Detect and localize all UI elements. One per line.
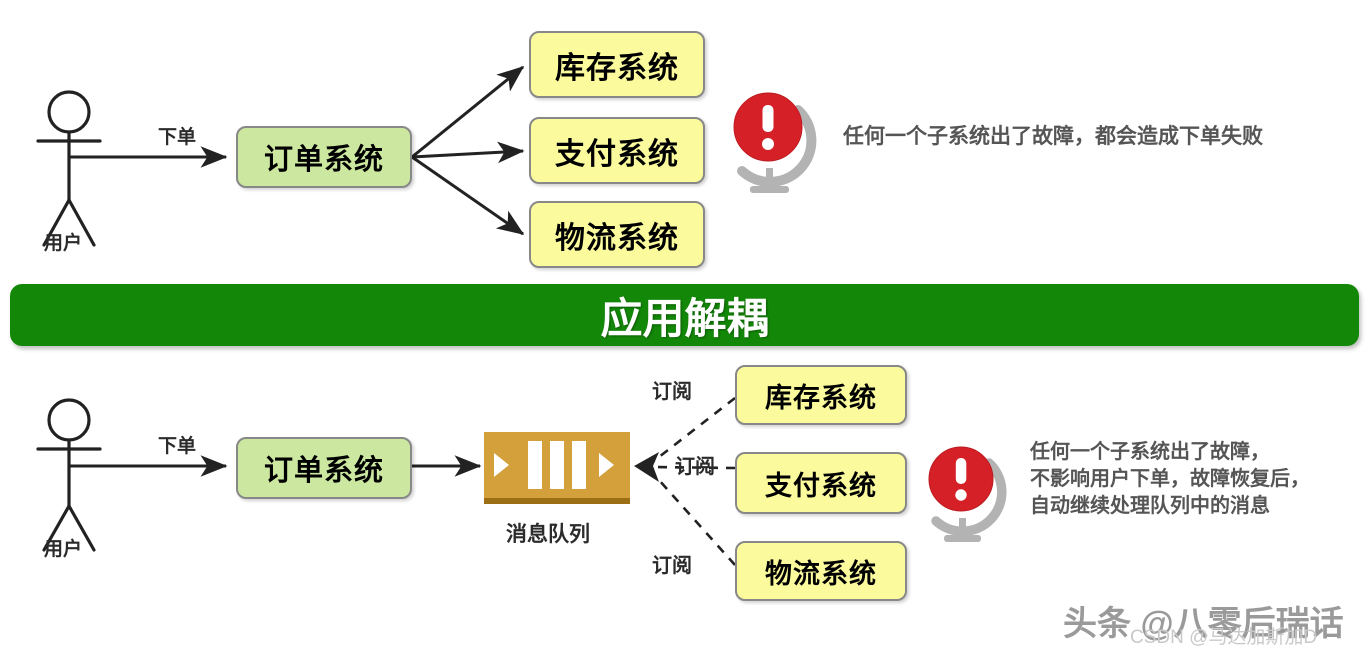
diagram-canvas: 用户 下单 订单系统 库存系统 支付系统 物流系统 任何一个子系统出了故障，都会… xyxy=(0,0,1369,654)
warning-globe-icon-top xyxy=(733,92,817,193)
queue-arrow-left-icon xyxy=(494,453,509,477)
arrow-order-to-inventory-top xyxy=(411,65,525,159)
order-system-box-top[interactable]: 订单系统 xyxy=(236,126,412,188)
subscribe-label-inventory: 订阅 xyxy=(652,381,692,403)
section-banner: 应用解耦 xyxy=(10,284,1359,346)
csdn-watermark: CSDN @马达加斯加D xyxy=(1130,627,1318,648)
arrow-order-to-payment-top xyxy=(411,141,525,164)
message-queue-icon[interactable] xyxy=(484,432,630,504)
queue-bar-1 xyxy=(528,441,542,489)
inventory-system-box-bottom[interactable]: 库存系统 xyxy=(735,365,907,425)
message-queue-label: 消息队列 xyxy=(506,523,590,546)
subscribe-label-payment: 订阅 xyxy=(675,456,715,478)
actor-label-top: 用户 xyxy=(44,233,83,254)
logistics-system-box-bottom[interactable]: 物流系统 xyxy=(735,541,907,601)
flow-label-order-bottom: 下单 xyxy=(158,436,197,457)
warning-text-bottom-line-2: 不影响用户下单，故障恢复后， xyxy=(1030,468,1310,490)
actor-stick-figure-icon-top xyxy=(36,90,102,247)
warning-text-bottom-line-1: 任何一个子系统出了故障， xyxy=(1030,441,1270,463)
queue-bar-2 xyxy=(550,441,564,489)
flow-label-order-top: 下单 xyxy=(158,127,197,148)
queue-arrow-right-icon xyxy=(599,453,614,477)
queue-bar-3 xyxy=(572,441,586,489)
actor-stick-figure-icon-bottom xyxy=(36,398,102,552)
actor-label-bottom: 用户 xyxy=(44,539,83,560)
subscribe-label-logistics: 订阅 xyxy=(652,555,692,577)
warning-globe-icon-bottom xyxy=(928,446,1007,542)
arrow-order-to-logistics-top xyxy=(411,155,525,236)
order-system-box-bottom[interactable]: 订单系统 xyxy=(236,437,412,499)
payment-system-box-top[interactable]: 支付系统 xyxy=(529,117,705,184)
dashed-arrowhead-into-queue xyxy=(634,452,659,482)
inventory-system-box-top[interactable]: 库存系统 xyxy=(529,31,705,98)
logistics-system-box-top[interactable]: 物流系统 xyxy=(529,201,705,268)
warning-text-bottom-line-3: 自动继续处理队列中的消息 xyxy=(1030,495,1270,517)
warning-text-top: 任何一个子系统出了故障，都会造成下单失败 xyxy=(843,125,1263,148)
payment-system-box-bottom[interactable]: 支付系统 xyxy=(735,452,907,514)
